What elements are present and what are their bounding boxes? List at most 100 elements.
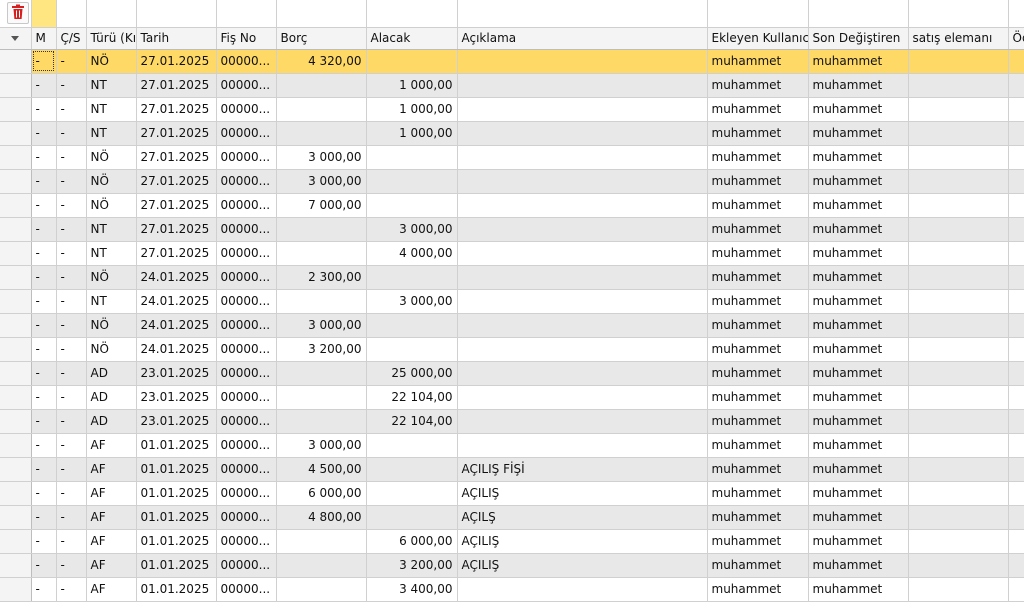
cell-ode[interactable] (1008, 289, 1024, 314)
cell-m[interactable]: - (31, 145, 57, 170)
column-header-alacak[interactable]: Alacak (366, 27, 458, 50)
cell-aciklama[interactable]: AÇILIŞ (457, 481, 708, 506)
cell-cs[interactable]: - (56, 49, 87, 74)
cell-son-degistiren[interactable]: muhammet (808, 433, 909, 458)
cell-borc[interactable] (276, 97, 367, 122)
cell-turu[interactable]: AF (86, 577, 137, 602)
cell-fis-no[interactable]: 00000... (216, 97, 277, 122)
cell-alacak[interactable] (366, 145, 458, 170)
cell-tarih[interactable]: 01.01.2025 (136, 505, 217, 530)
cell-fis-no[interactable]: 00000... (216, 121, 277, 146)
cell-satis-elemani[interactable] (908, 505, 1009, 530)
cell-ode[interactable] (1008, 73, 1024, 98)
cell-alacak[interactable] (366, 457, 458, 482)
cell-m[interactable]: - (31, 313, 57, 338)
cell-aciklama[interactable]: AÇILIŞ (457, 553, 708, 578)
cell-cs[interactable]: - (56, 289, 87, 314)
cell-borc[interactable]: 3 000,00 (276, 169, 367, 194)
cell-borc[interactable] (276, 409, 367, 434)
cell-ode[interactable] (1008, 313, 1024, 338)
cell-tarih[interactable]: 23.01.2025 (136, 361, 217, 386)
cell-cs[interactable]: - (56, 337, 87, 362)
cell-cs[interactable]: - (56, 433, 87, 458)
table-row[interactable]: - - NT 27.01.2025 00000... 1 000,00 muhammet mu… (0, 73, 1024, 98)
cell-borc[interactable] (276, 121, 367, 146)
delete-button[interactable] (7, 2, 29, 25)
cell-ekleyen[interactable]: muhammet (707, 193, 809, 218)
cell-son-degistiren[interactable]: muhammet (808, 457, 909, 482)
cell-son-degistiren[interactable]: muhammet (808, 529, 909, 554)
filter-cell-m[interactable] (31, 0, 57, 28)
row-indicator[interactable] (0, 361, 32, 386)
cell-alacak[interactable]: 22 104,00 (366, 385, 458, 410)
cell-aciklama[interactable]: AÇILIŞ FİŞİ (457, 457, 708, 482)
table-row[interactable]: - - AF 01.01.2025 00000... 6 000,00 AÇILIŞ muha… (0, 529, 1024, 554)
cell-tarih[interactable]: 24.01.2025 (136, 337, 217, 362)
cell-satis-elemani[interactable] (908, 577, 1009, 602)
cell-ode[interactable] (1008, 241, 1024, 266)
cell-satis-elemani[interactable] (908, 49, 1009, 74)
cell-ekleyen[interactable]: muhammet (707, 313, 809, 338)
cell-ode[interactable] (1008, 361, 1024, 386)
table-row[interactable]: - - NT 24.01.2025 00000... 3 000,00 muhammet mu… (0, 289, 1024, 314)
cell-borc[interactable]: 3 200,00 (276, 337, 367, 362)
cell-ode[interactable] (1008, 385, 1024, 410)
cell-borc[interactable] (276, 529, 367, 554)
cell-turu[interactable]: AF (86, 505, 137, 530)
row-indicator[interactable] (0, 265, 32, 290)
cell-alacak[interactable]: 3 200,00 (366, 553, 458, 578)
cell-satis-elemani[interactable] (908, 73, 1009, 98)
table-row[interactable]: - - AD 23.01.2025 00000... 25 000,00 muhammet m… (0, 361, 1024, 386)
cell-alacak[interactable]: 22 104,00 (366, 409, 458, 434)
cell-tarih[interactable]: 01.01.2025 (136, 433, 217, 458)
cell-satis-elemani[interactable] (908, 121, 1009, 146)
cell-fis-no[interactable]: 00000... (216, 289, 277, 314)
cell-alacak[interactable] (366, 49, 458, 74)
cell-satis-elemani[interactable] (908, 553, 1009, 578)
cell-ode[interactable] (1008, 457, 1024, 482)
cell-m[interactable]: - (31, 337, 57, 362)
cell-borc[interactable]: 4 500,00 (276, 457, 367, 482)
cell-ekleyen[interactable]: muhammet (707, 73, 809, 98)
cell-son-degistiren[interactable]: muhammet (808, 481, 909, 506)
cell-turu[interactable]: NÖ (86, 145, 137, 170)
filter-cell-satis[interactable] (908, 0, 1009, 28)
cell-satis-elemani[interactable] (908, 433, 1009, 458)
cell-m[interactable]: - (31, 241, 57, 266)
cell-tarih[interactable]: 27.01.2025 (136, 49, 217, 74)
column-header-aciklama[interactable]: Açıklama (457, 27, 708, 50)
cell-alacak[interactable] (366, 193, 458, 218)
cell-satis-elemani[interactable] (908, 265, 1009, 290)
column-header-ode[interactable]: Öde (1008, 27, 1024, 50)
cell-ode[interactable] (1008, 145, 1024, 170)
cell-son-degistiren[interactable]: muhammet (808, 505, 909, 530)
cell-fis-no[interactable]: 00000... (216, 505, 277, 530)
cell-fis-no[interactable]: 00000... (216, 577, 277, 602)
cell-ekleyen[interactable]: muhammet (707, 361, 809, 386)
cell-m[interactable]: - (31, 289, 57, 314)
cell-son-degistiren[interactable]: muhammet (808, 73, 909, 98)
row-indicator[interactable] (0, 577, 32, 602)
cell-cs[interactable]: - (56, 241, 87, 266)
cell-turu[interactable]: NT (86, 241, 137, 266)
cell-cs[interactable]: - (56, 97, 87, 122)
cell-alacak[interactable]: 1 000,00 (366, 97, 458, 122)
row-indicator[interactable] (0, 553, 32, 578)
cell-fis-no[interactable]: 00000... (216, 193, 277, 218)
cell-turu[interactable]: NT (86, 73, 137, 98)
cell-borc[interactable] (276, 361, 367, 386)
cell-satis-elemani[interactable] (908, 193, 1009, 218)
cell-ode[interactable] (1008, 97, 1024, 122)
cell-m[interactable]: - (31, 361, 57, 386)
cell-turu[interactable]: AD (86, 361, 137, 386)
cell-satis-elemani[interactable] (908, 409, 1009, 434)
cell-turu[interactable]: NÖ (86, 169, 137, 194)
cell-borc[interactable]: 7 000,00 (276, 193, 367, 218)
cell-aciklama[interactable] (457, 49, 708, 74)
cell-tarih[interactable]: 24.01.2025 (136, 289, 217, 314)
cell-alacak[interactable]: 3 400,00 (366, 577, 458, 602)
cell-fis-no[interactable]: 00000... (216, 385, 277, 410)
cell-cs[interactable]: - (56, 553, 87, 578)
row-indicator[interactable] (0, 481, 32, 506)
cell-m[interactable]: - (31, 553, 57, 578)
